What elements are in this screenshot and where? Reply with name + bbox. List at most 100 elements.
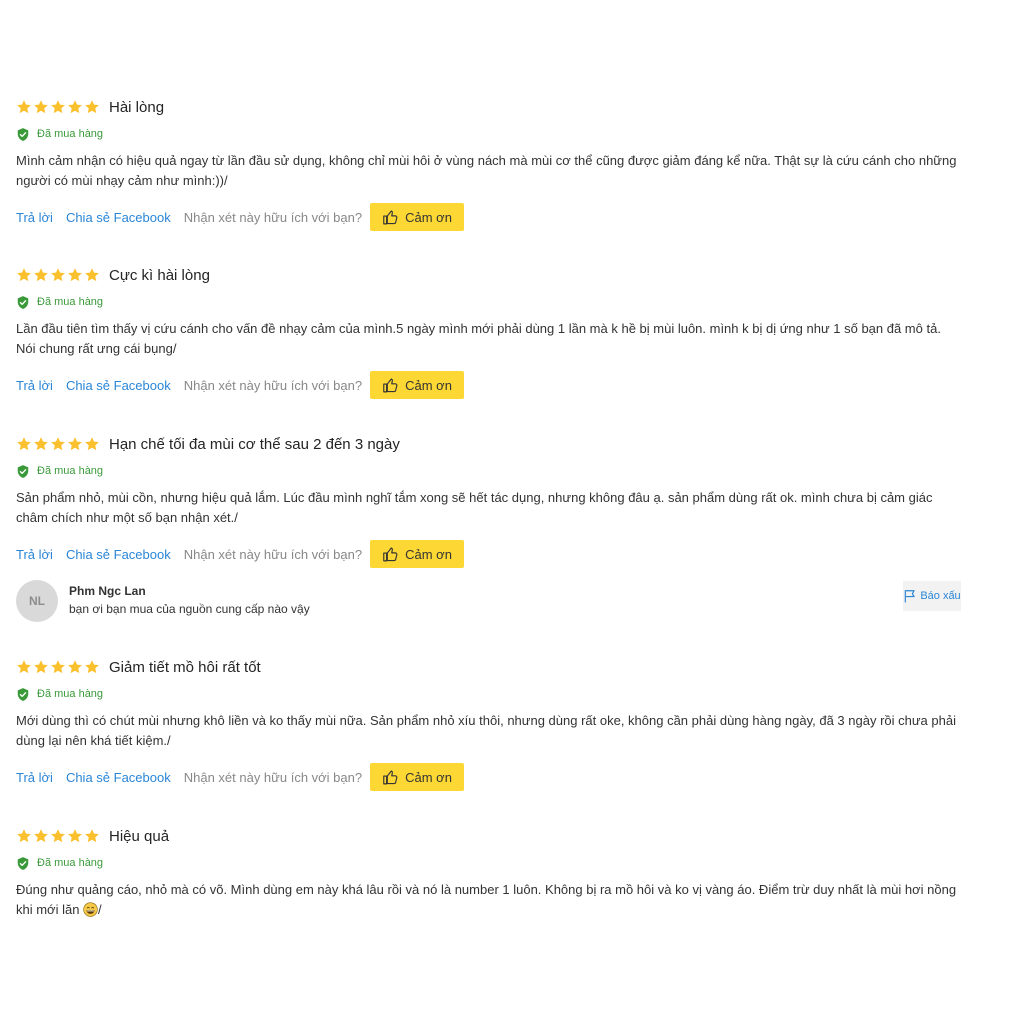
star-icon — [50, 436, 66, 452]
share-facebook-link[interactable]: Chia sẻ Facebook — [66, 770, 171, 785]
review-text-line: Mình cảm nhận có hiệu quả ngay từ lần đầ… — [16, 153, 957, 168]
verified-purchase-badge: Đã mua hàng — [16, 686, 961, 702]
rating-stars — [16, 828, 100, 844]
review-item: Cực kì hài lòng Đã mua hàng Lần đầu tiên… — [16, 265, 961, 399]
star-icon — [16, 828, 32, 844]
share-facebook-link[interactable]: Chia sẻ Facebook — [66, 547, 171, 562]
star-icon — [84, 267, 100, 283]
reply-link[interactable]: Trả lời — [16, 378, 53, 393]
review-title: Hạn chế tối đa mùi cơ thể sau 2 đến 3 ng… — [109, 435, 400, 453]
thumbs-up-icon — [382, 769, 399, 786]
review-item: Hiệu quả Đã mua hàng Đúng như quảng cáo,… — [16, 826, 961, 920]
rating-stars — [16, 99, 100, 115]
review-text-line: người có mùi nhạy cảm như mình:))/ — [16, 173, 228, 188]
star-icon — [67, 659, 83, 675]
review-text-line: Lần đầu tiên tìm thấy vị cứu cánh cho vấ… — [16, 321, 941, 336]
report-label: Báo xấu — [920, 590, 961, 602]
review-item: Hạn chế tối đa mùi cơ thể sau 2 đến 3 ng… — [16, 434, 961, 568]
helpful-question: Nhận xét này hữu ích với bạn? — [183, 377, 363, 393]
star-icon — [16, 659, 32, 675]
review-text-line: dùng lại nên khá tiết kiệm./ — [16, 733, 171, 748]
share-facebook-link[interactable]: Chia sẻ Facebook — [66, 378, 171, 393]
reply-link[interactable]: Trả lời — [16, 210, 53, 225]
shield-check-icon — [16, 127, 30, 142]
review-title: Hiệu quả — [109, 827, 170, 845]
commenter-name: Phm Ngc Lan — [69, 584, 146, 598]
review-text-line: Nói chung rất ưng cái bụng/ — [16, 341, 177, 356]
star-icon — [33, 436, 49, 452]
thumbs-up-icon — [382, 209, 399, 226]
star-icon — [84, 436, 100, 452]
star-icon — [50, 659, 66, 675]
thanks-button[interactable]: Cảm ơn — [370, 371, 464, 399]
review-text-line: Mới dùng thì có chút mùi nhưng khô liền … — [16, 713, 956, 728]
review-content: Mới dùng thì có chút mùi nhưng khô liền … — [16, 711, 961, 751]
star-icon — [67, 828, 83, 844]
shield-check-icon — [16, 464, 30, 479]
avatar: NL — [16, 580, 58, 622]
review-actions: Trả lời Chia sẻ Facebook Nhận xét này hữ… — [16, 203, 961, 231]
thanks-label: Cảm ơn — [405, 546, 452, 562]
review-text-fragment: / — [98, 902, 102, 917]
review-title: Giảm tiết mồ hôi rất tốt — [109, 658, 261, 676]
star-icon — [16, 267, 32, 283]
thumbs-up-icon — [382, 377, 399, 394]
shield-check-icon — [16, 856, 30, 871]
star-icon — [33, 99, 49, 115]
star-icon — [16, 99, 32, 115]
review-content: Đúng như quảng cáo, nhỏ mà có võ. Mình d… — [16, 880, 961, 920]
share-facebook-link[interactable]: Chia sẻ Facebook — [66, 210, 171, 225]
star-icon — [84, 828, 100, 844]
verified-purchase-label: Đã mua hàng — [37, 465, 104, 477]
star-icon — [16, 436, 32, 452]
verified-purchase-label: Đã mua hàng — [37, 688, 104, 700]
review-actions: Trả lời Chia sẻ Facebook Nhận xét này hữ… — [16, 540, 961, 568]
thanks-label: Cảm ơn — [405, 377, 452, 393]
reply-link[interactable]: Trả lời — [16, 770, 53, 785]
review-text-line: Sản phẩm nhỏ, mùi cồn, nhưng hiệu quả lắ… — [16, 490, 933, 505]
thanks-button[interactable]: Cảm ơn — [370, 203, 464, 231]
star-icon — [84, 659, 100, 675]
rating-stars — [16, 659, 100, 675]
review-text-line: Đúng như quảng cáo, nhỏ mà có võ. Mình d… — [16, 882, 957, 897]
shield-check-icon — [16, 295, 30, 310]
grinning-face-icon — [83, 902, 98, 917]
reply-link[interactable]: Trả lời — [16, 547, 53, 562]
star-icon — [33, 828, 49, 844]
shield-check-icon — [16, 687, 30, 702]
review-content: Sản phẩm nhỏ, mùi cồn, nhưng hiệu quả lắ… — [16, 488, 961, 528]
review-item: Hài lòng Đã mua hàng Mình cảm nhận có hi… — [16, 97, 961, 231]
star-icon — [67, 99, 83, 115]
star-icon — [67, 267, 83, 283]
verified-purchase-badge: Đã mua hàng — [16, 463, 961, 479]
review-actions: Trả lời Chia sẻ Facebook Nhận xét này hữ… — [16, 763, 961, 791]
thumbs-up-icon — [382, 546, 399, 563]
verified-purchase-badge: Đã mua hàng — [16, 126, 961, 142]
review-title: Cực kì hài lòng — [109, 266, 210, 284]
review-content: Lần đầu tiên tìm thấy vị cứu cánh cho vấ… — [16, 319, 961, 359]
star-icon — [33, 267, 49, 283]
review-text-fragment: khi mới lăn — [16, 902, 84, 917]
thanks-label: Cảm ơn — [405, 769, 452, 785]
review-text-line: châm chích như một số bạn nhận xét./ — [16, 510, 238, 525]
star-icon — [50, 267, 66, 283]
verified-purchase-badge: Đã mua hàng — [16, 855, 961, 871]
verified-purchase-label: Đã mua hàng — [37, 296, 104, 308]
review-content: Mình cảm nhận có hiệu quả ngay từ lần đầ… — [16, 151, 961, 191]
review-text-line: khi mới lăn / — [16, 900, 961, 920]
comment-text: bạn ơi bạn mua của nguồn cung cấp nào vậ… — [69, 602, 310, 616]
verified-purchase-label: Đã mua hàng — [37, 128, 104, 140]
verified-purchase-badge: Đã mua hàng — [16, 294, 961, 310]
star-icon — [67, 436, 83, 452]
rating-stars — [16, 436, 100, 452]
star-icon — [33, 659, 49, 675]
report-button[interactable]: Báo xấu — [903, 581, 961, 611]
verified-purchase-label: Đã mua hàng — [37, 857, 104, 869]
review-actions: Trả lời Chia sẻ Facebook Nhận xét này hữ… — [16, 371, 961, 399]
flag-icon — [903, 589, 917, 603]
rating-stars — [16, 267, 100, 283]
thanks-button[interactable]: Cảm ơn — [370, 763, 464, 791]
thanks-button[interactable]: Cảm ơn — [370, 540, 464, 568]
review-item: Giảm tiết mồ hôi rất tốt Đã mua hàng Mới… — [16, 657, 961, 791]
star-icon — [50, 828, 66, 844]
